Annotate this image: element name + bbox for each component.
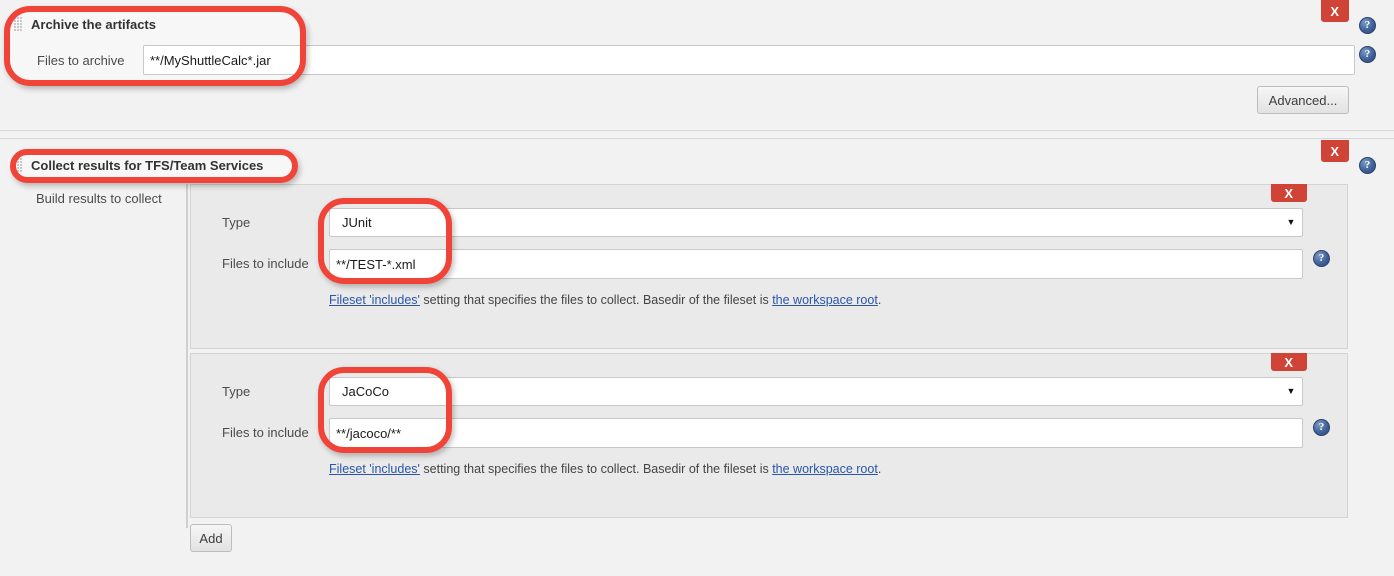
collect-section-title: Collect results for TFS/Team Services bbox=[31, 158, 264, 173]
chevron-down-icon: ▼ bbox=[1286, 217, 1296, 227]
build-results-to-collect-label: Build results to collect bbox=[36, 191, 162, 206]
help-icon-files-to-include[interactable]: ? bbox=[1313, 250, 1330, 267]
result-item-close-button[interactable]: X bbox=[1271, 184, 1307, 202]
add-button[interactable]: Add bbox=[190, 524, 232, 552]
workspace-root-link[interactable]: the workspace root bbox=[772, 462, 878, 476]
archive-section-title: Archive the artifacts bbox=[31, 17, 156, 32]
drag-handle-archive-icon[interactable] bbox=[14, 17, 23, 31]
section-divider-1 bbox=[0, 130, 1394, 131]
files-to-archive-label: Files to archive bbox=[37, 53, 125, 68]
advanced-button[interactable]: Advanced... bbox=[1257, 86, 1349, 114]
chevron-down-icon: ▼ bbox=[1286, 386, 1296, 396]
hint-text-middle: setting that specifies the files to coll… bbox=[419, 462, 773, 476]
files-to-include-label: Files to include bbox=[222, 425, 309, 440]
help-icon-files-to-include[interactable]: ? bbox=[1313, 419, 1330, 436]
workspace-root-link[interactable]: the workspace root bbox=[772, 293, 878, 307]
files-to-archive-input[interactable] bbox=[143, 45, 1355, 75]
type-label: Type bbox=[222, 384, 251, 399]
archive-section-close-button[interactable]: X bbox=[1321, 0, 1349, 22]
section-divider-2 bbox=[0, 138, 1394, 139]
files-to-include-input[interactable] bbox=[329, 249, 1303, 279]
hint-text-end: . bbox=[877, 462, 882, 476]
help-icon-collect-section[interactable]: ? bbox=[1359, 157, 1376, 174]
help-icon-archive-section[interactable]: ? bbox=[1359, 17, 1376, 34]
drag-handle-collect-icon[interactable] bbox=[14, 158, 23, 172]
type-select-value: JUnit bbox=[342, 215, 372, 230]
fileset-includes-link[interactable]: Fileset 'includes' bbox=[329, 462, 420, 476]
type-select[interactable]: JaCoCo ▼ bbox=[329, 377, 1303, 406]
fileset-includes-link[interactable]: Fileset 'includes' bbox=[329, 293, 420, 307]
build-step-configuration-page: Archive the artifacts X ? Files to archi… bbox=[0, 0, 1394, 576]
result-item-close-button[interactable]: X bbox=[1271, 353, 1307, 371]
help-icon-files-to-archive[interactable]: ? bbox=[1359, 46, 1376, 63]
type-select[interactable]: JUnit ▼ bbox=[329, 208, 1303, 237]
hint-text-end: . bbox=[877, 293, 882, 307]
collect-section-close-button[interactable]: X bbox=[1321, 140, 1349, 162]
type-label: Type bbox=[222, 215, 251, 230]
files-to-include-label: Files to include bbox=[222, 256, 309, 271]
files-to-include-input[interactable] bbox=[329, 418, 1303, 448]
files-to-include-hint: Fileset 'includes' setting that specifie… bbox=[329, 462, 881, 476]
type-select-value: JaCoCo bbox=[342, 384, 389, 399]
collect-group-rail bbox=[186, 184, 188, 528]
files-to-include-hint: Fileset 'includes' setting that specifie… bbox=[329, 293, 881, 307]
hint-text-middle: setting that specifies the files to coll… bbox=[419, 293, 773, 307]
